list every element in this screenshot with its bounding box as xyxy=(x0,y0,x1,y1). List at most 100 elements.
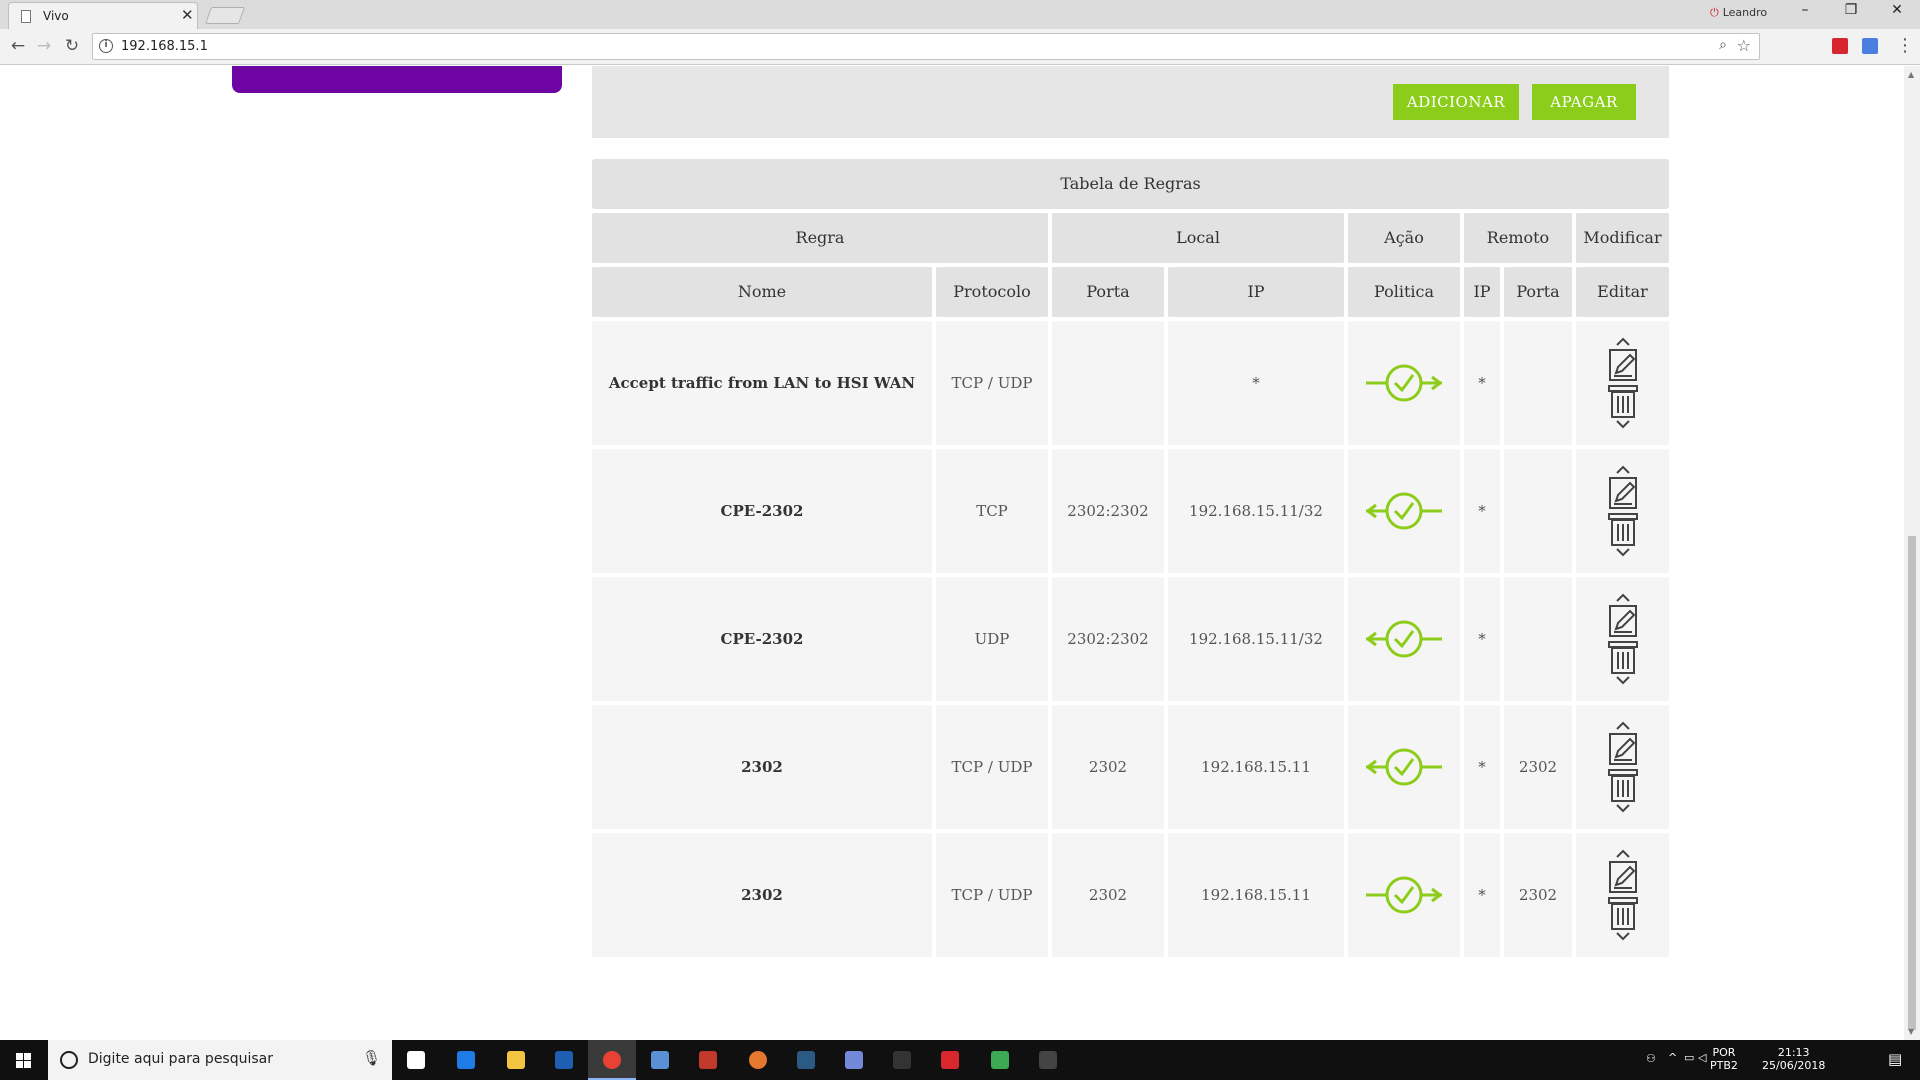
add-button[interactable]: ADICIONAR xyxy=(1393,84,1519,120)
forward-icon[interactable]: → xyxy=(32,36,56,56)
zoom-icon[interactable]: ⌕ xyxy=(1719,37,1727,53)
cortana-icon xyxy=(60,1051,78,1069)
move-up-icon[interactable] xyxy=(1613,463,1633,475)
ssd-app-icon[interactable] xyxy=(886,1044,918,1076)
cell-ip-local: 192.168.15.11/32 xyxy=(1168,577,1344,701)
address-bar[interactable]: i 192.168.15.1 ⌕ ☆ xyxy=(92,33,1760,60)
browser-menu-icon[interactable]: ⋮ xyxy=(1896,35,1914,56)
cell-protocolo: TCP / UDP xyxy=(936,833,1048,957)
cell-porta-remota xyxy=(1504,577,1572,701)
url-text[interactable]: 192.168.15.1 xyxy=(121,39,208,54)
flash-app-icon[interactable] xyxy=(934,1044,966,1076)
profile-button[interactable]: ⏻ Leandro xyxy=(1710,6,1767,20)
col-porta-local: Porta xyxy=(1052,267,1164,317)
back-icon[interactable]: ← xyxy=(6,36,30,56)
edit-icon[interactable] xyxy=(1606,347,1640,383)
cell-porta-remota: 2302 xyxy=(1504,705,1572,829)
start-button[interactable] xyxy=(0,1040,48,1080)
tray-chevron-icon[interactable]: ^ xyxy=(1668,1051,1677,1064)
new-tab-button[interactable] xyxy=(204,7,246,24)
origin-icon[interactable] xyxy=(742,1044,774,1076)
delete-icon[interactable] xyxy=(1606,511,1640,547)
cell-ip-remoto: * xyxy=(1464,833,1500,957)
minimize-button[interactable]: – xyxy=(1785,2,1825,18)
move-up-icon[interactable] xyxy=(1613,591,1633,603)
browser-toolbar: ← → ↻ i 192.168.15.1 ⌕ ☆ ⋮ xyxy=(0,29,1920,65)
edit-icon[interactable] xyxy=(1606,859,1640,895)
restore-button[interactable]: ❐ xyxy=(1831,2,1871,18)
people-icon[interactable]: ⚇ xyxy=(1646,1052,1656,1065)
cell-editar xyxy=(1576,449,1669,573)
cell-porta-local: 2302:2302 xyxy=(1052,577,1164,701)
bookmark-star-icon[interactable]: ☆ xyxy=(1737,36,1751,55)
scroll-up-icon[interactable]: ▲ xyxy=(1908,70,1914,79)
delete-button[interactable]: APAGAR xyxy=(1532,84,1636,120)
delete-icon[interactable] xyxy=(1606,639,1640,675)
close-window-button[interactable]: ✕ xyxy=(1877,2,1917,18)
policy-inbound-accept-icon xyxy=(1348,449,1460,573)
cell-porta-remota xyxy=(1504,449,1572,573)
scroll-down-icon[interactable]: ▼ xyxy=(1908,1027,1914,1036)
cell-ip-local: * xyxy=(1168,321,1344,445)
reload-icon[interactable]: ↻ xyxy=(60,36,84,56)
move-down-icon[interactable] xyxy=(1613,803,1633,815)
shield-app-icon[interactable] xyxy=(548,1044,580,1076)
move-down-icon[interactable] xyxy=(1613,419,1633,431)
cell-ip-remoto: * xyxy=(1464,577,1500,701)
col-porta-remota: Porta xyxy=(1504,267,1572,317)
clock-date: 25/06/2018 xyxy=(1762,1059,1826,1072)
cell-porta-local: 2302 xyxy=(1052,833,1164,957)
microphone-icon[interactable]: 🎙 xyxy=(362,1049,381,1067)
edit-icon[interactable] xyxy=(1606,731,1640,767)
extension-icon[interactable] xyxy=(1832,38,1848,54)
move-down-icon[interactable] xyxy=(1613,547,1633,559)
delete-icon[interactable] xyxy=(1606,767,1640,803)
vpn-app-icon[interactable] xyxy=(644,1044,676,1076)
edit-icon[interactable] xyxy=(1606,475,1640,511)
terminal-icon[interactable] xyxy=(1032,1044,1064,1076)
col-editar: Editar xyxy=(1576,267,1669,317)
site-info-icon[interactable]: i xyxy=(99,39,113,53)
volume-icon[interactable]: ◁ xyxy=(1698,1051,1706,1064)
cell-protocolo: TCP / UDP xyxy=(936,321,1048,445)
move-up-icon[interactable] xyxy=(1613,335,1633,347)
search-placeholder[interactable]: Digite aqui para pesquisar xyxy=(88,1051,273,1067)
cell-editar xyxy=(1576,833,1669,957)
delete-icon[interactable] xyxy=(1606,383,1640,419)
tab-title: Vivo xyxy=(43,9,69,23)
cell-ip-remoto: * xyxy=(1464,449,1500,573)
cell-nome: Accept traffic from LAN to HSI WAN xyxy=(592,321,932,445)
app-64-icon[interactable] xyxy=(692,1044,724,1076)
page-scrollbar[interactable]: ▲ ▼ xyxy=(1904,66,1920,1040)
move-up-icon[interactable] xyxy=(1613,847,1633,859)
chrome-icon[interactable] xyxy=(588,1040,636,1080)
clock[interactable]: 21:13 25/06/2018 xyxy=(1762,1046,1825,1072)
page-icon xyxy=(21,10,31,23)
cell-ip-remoto: * xyxy=(1464,321,1500,445)
scrollbar-thumb[interactable] xyxy=(1908,536,1916,1030)
network-icon[interactable]: ▭ xyxy=(1684,1051,1694,1064)
edit-icon[interactable] xyxy=(1606,603,1640,639)
translate-icon[interactable] xyxy=(1862,38,1878,54)
move-down-icon[interactable] xyxy=(1613,931,1633,943)
language-indicator[interactable]: POR PTB2 xyxy=(1710,1046,1738,1072)
delete-icon[interactable] xyxy=(1606,895,1640,931)
notifications-icon[interactable]: ▤ xyxy=(1888,1050,1902,1068)
cell-ip-local: 192.168.15.11/32 xyxy=(1168,449,1344,573)
image-app-icon[interactable] xyxy=(984,1044,1016,1076)
discord-icon[interactable] xyxy=(838,1044,870,1076)
move-down-icon[interactable] xyxy=(1613,675,1633,687)
header-local: Local xyxy=(1052,213,1344,263)
cell-porta-local: 2302:2302 xyxy=(1052,449,1164,573)
task-view-icon[interactable] xyxy=(400,1044,432,1076)
file-explorer-icon[interactable] xyxy=(500,1044,532,1076)
policy-outbound-accept-icon xyxy=(1348,833,1460,957)
router-page: ADICIONAR APAGAR Tabela de Regras Regra … xyxy=(0,66,1920,1040)
edge-icon[interactable] xyxy=(450,1044,482,1076)
steam-icon[interactable] xyxy=(790,1044,822,1076)
cell-editar xyxy=(1576,705,1669,829)
tab-close-icon[interactable]: ✕ xyxy=(181,6,194,24)
move-up-icon[interactable] xyxy=(1613,719,1633,731)
taskbar-search[interactable]: Digite aqui para pesquisar 🎙 xyxy=(48,1040,392,1080)
tab-vivo[interactable]: Vivo ✕ xyxy=(8,2,198,29)
